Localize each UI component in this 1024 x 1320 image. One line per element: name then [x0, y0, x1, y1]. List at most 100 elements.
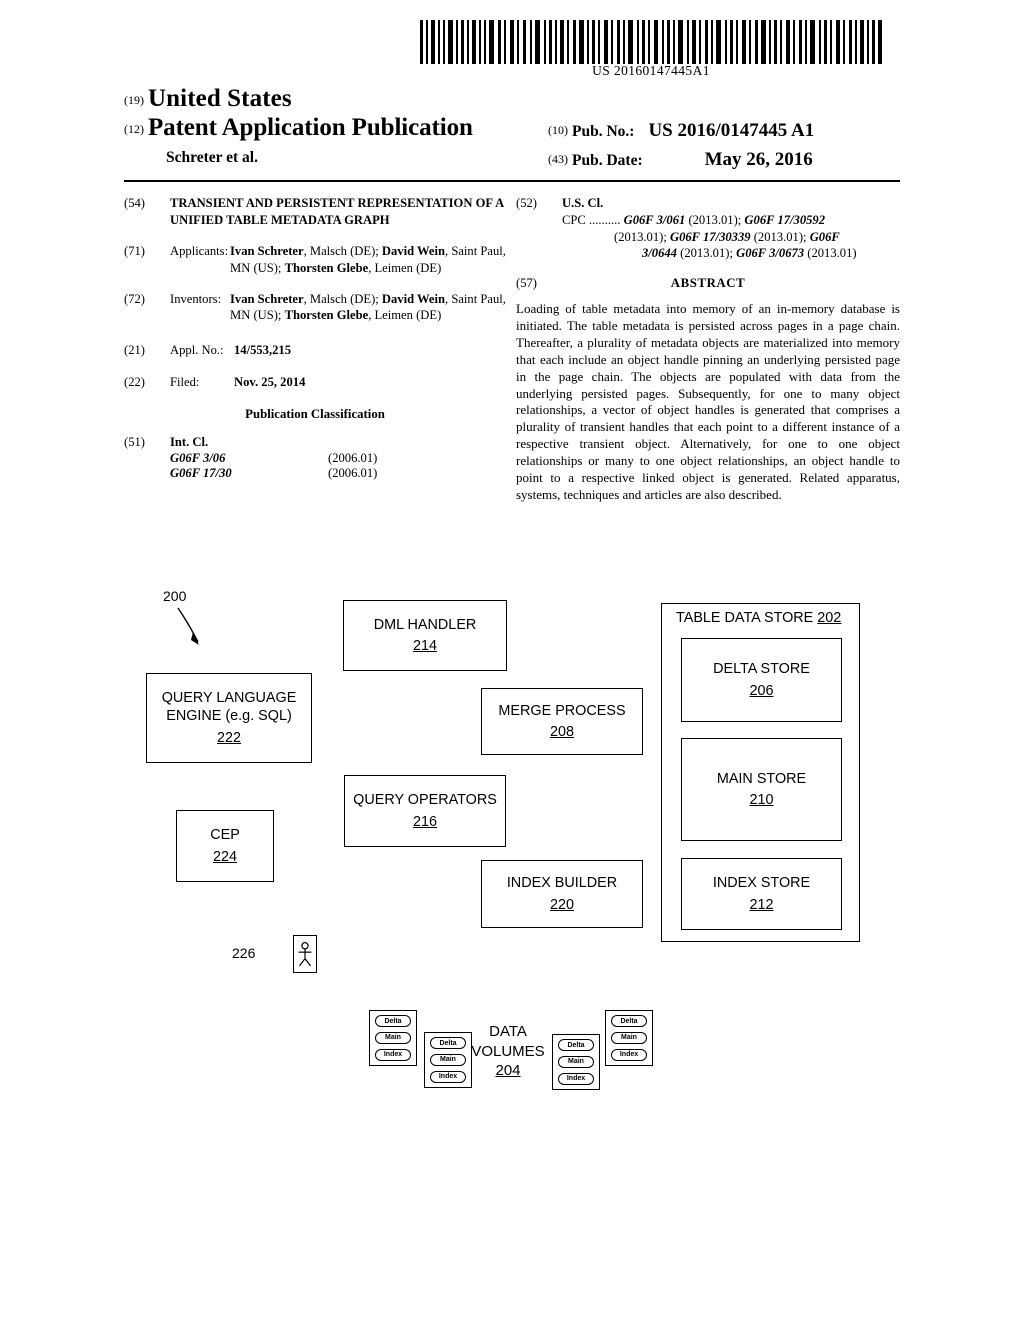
country-name: United States — [148, 85, 292, 112]
index-store-label: INDEX STORE — [712, 875, 811, 892]
index-builder-box[interactable]: INDEX BUILDER 220 — [481, 860, 643, 928]
applicants-value: Ivan Schreter, Malsch (DE); David Wein, … — [230, 244, 506, 275]
delta-store-box[interactable]: DELTA STORE 206 — [681, 638, 842, 722]
abstract-heading: ABSTRACT — [670, 276, 746, 291]
main-store-box[interactable]: MAIN STORE 210 — [681, 738, 842, 841]
pill-delta: Delta — [430, 1037, 466, 1050]
pill-main: Main — [558, 1055, 594, 1068]
pill-delta: Delta — [611, 1015, 647, 1028]
abstract-text: Loading of table metadata into memory of… — [516, 301, 900, 502]
field-title: (54) TRANSIENT AND PERSISTENT REPRESENTA… — [124, 195, 506, 228]
qle-ref: 222 — [216, 729, 241, 746]
invention-title: TRANSIENT AND PERSISTENT REPRESENTATION … — [170, 196, 504, 227]
doc-type-line: (12) Patent Application Publication — [124, 114, 473, 142]
query-operators-label: QUERY OPERATORS — [353, 792, 497, 809]
abstract-code: (57) — [516, 276, 537, 291]
masthead: (19) United States (12) Patent Applicati… — [124, 85, 900, 177]
index-builder-ref: 220 — [549, 896, 574, 913]
field-appl-no: (21) Appl. No.: 14/553,215 — [124, 342, 506, 358]
inventors-value: Ivan Schreter, Malsch (DE); David Wein, … — [230, 291, 506, 323]
field-appl-no-code: (21) — [124, 342, 145, 357]
merge-process-label: MERGE PROCESS — [498, 702, 626, 719]
publication-classification-heading: Publication Classification — [245, 407, 385, 422]
cpc-codes-1: G06F 3/061 (2013.01); G06F 17/30592 — [623, 213, 826, 228]
code-10: (10) — [548, 123, 568, 137]
delta-store-ref: 206 — [749, 682, 774, 699]
int-cl-class: G06F 17/30 — [170, 466, 232, 481]
patent-front-page: US 20160147445A1 (19) United States (12)… — [0, 0, 1024, 1320]
page-chain-group[interactable]: Delta Main Index — [369, 1010, 417, 1066]
field-filed: (22) Filed: Nov. 25, 2014 — [124, 374, 506, 390]
pub-no-label: Pub. No.: — [572, 123, 635, 140]
index-builder-label: INDEX BUILDER — [506, 875, 618, 892]
int-cl-class: G06F 3/06 — [170, 451, 226, 466]
index-store-box[interactable]: INDEX STORE 212 — [681, 858, 842, 930]
main-store-label: MAIN STORE — [716, 770, 807, 787]
pill-main: Main — [430, 1053, 466, 1066]
field-applicants-code: (71) — [124, 244, 145, 259]
pub-date-value: May 26, 2016 — [704, 149, 813, 170]
barcode — [418, 20, 884, 64]
table-data-store-ref: 202 — [817, 610, 842, 626]
delta-store-label: DELTA STORE — [713, 661, 810, 678]
document-type: Patent Application Publication — [148, 114, 473, 141]
query-language-engine-box[interactable]: QUERY LANGUAGE ENGINE (e.g. SQL) 222 — [146, 673, 312, 763]
bibliographic-right-column: (52) U.S. Cl. CPC .......... G06F 3/061 … — [516, 195, 900, 504]
int-cl-row: G06F 3/06 (2006.01) — [170, 450, 506, 465]
inventors-label: Inventors: — [170, 291, 222, 306]
cep-label: CEP — [210, 827, 240, 844]
field-filed-code: (22) — [124, 375, 145, 390]
dml-handler-ref: 214 — [412, 638, 437, 654]
user-actor-box[interactable] — [293, 935, 317, 973]
pill-index: Index — [375, 1048, 411, 1061]
int-cl-label: Int. Cl. — [170, 435, 209, 449]
authors-line: Schreter et al. — [166, 149, 258, 166]
pub-date-label: Pub. Date: — [572, 152, 643, 169]
qle-label-line2: ENGINE (e.g. SQL) — [166, 708, 292, 725]
country-line: (19) United States — [124, 85, 292, 113]
pill-delta: Delta — [375, 1015, 411, 1028]
query-operators-box[interactable]: QUERY OPERATORS 216 — [344, 775, 506, 847]
header-divider — [124, 180, 900, 182]
cpc-block: CPC .......... G06F 3/061 (2013.01); G06… — [562, 212, 900, 261]
field-us-cl: (52) U.S. Cl. CPC .......... G06F 3/061 … — [516, 195, 900, 261]
bibliographic-left-column: (54) TRANSIENT AND PERSISTENT REPRESENTA… — [124, 195, 506, 491]
pub-no-value: US 2016/0147445 A1 — [648, 120, 815, 141]
field-title-code: (54) — [124, 196, 145, 210]
cpc-line-3: 3/0644 (2013.01); G06F 3/0673 (2013.01) — [642, 246, 857, 261]
dml-handler-box[interactable]: DML HANDLER 214 — [343, 600, 507, 671]
int-cl-version: (2006.01) — [328, 466, 378, 481]
filed-value: Nov. 25, 2014 — [234, 375, 306, 390]
page-chain-group[interactable]: Delta Main Index — [552, 1034, 600, 1090]
table-data-store-label: TABLE DATA STORE 202 — [676, 610, 841, 626]
index-store-ref: 212 — [749, 896, 774, 913]
qle-label-line1: QUERY LANGUAGE — [161, 689, 297, 706]
pill-main: Main — [375, 1031, 411, 1044]
field-applicants: (71) Applicants: Ivan Schreter, Malsch (… — [124, 243, 506, 276]
pill-main: Main — [611, 1031, 647, 1044]
cep-ref: 224 — [212, 848, 237, 865]
cep-box[interactable]: CEP 224 — [176, 810, 274, 882]
pill-index: Index — [611, 1048, 647, 1061]
pub-no-row: (10) Pub. No.: US 2016/0147445 A1 — [548, 120, 814, 142]
pub-date-row: (43) Pub. Date: May 26, 2016 — [548, 149, 813, 171]
figure-200: 200 DML HANDLER 214 QUERY LANGUAGE ENGIN… — [0, 560, 1024, 1140]
page-chain-group[interactable]: Delta Main Index — [605, 1010, 653, 1066]
pill-index: Index — [558, 1072, 594, 1085]
barcode-number: US 20160147445A1 — [592, 63, 710, 78]
pill-index: Index — [430, 1070, 466, 1083]
merge-process-box[interactable]: MERGE PROCESS 208 — [481, 688, 643, 755]
page-chain-group[interactable]: Delta Main Index — [424, 1032, 472, 1088]
appl-no-label: Appl. No.: — [170, 342, 224, 357]
applicants-label: Applicants: — [170, 244, 229, 259]
filed-label: Filed: — [170, 375, 200, 390]
merge-process-ref: 208 — [549, 724, 574, 740]
abstract-header-row: (57) ABSTRACT — [516, 275, 900, 292]
figure-ref-200: 200 — [163, 588, 187, 604]
figure-ref-226: 226 — [232, 945, 256, 961]
field-us-cl-code: (52) — [516, 196, 537, 210]
field-int-cl: (51) Int. Cl. G06F 3/06 (2006.01) G06F 1… — [124, 434, 506, 480]
code-19: (19) — [124, 93, 144, 107]
code-43: (43) — [548, 152, 568, 166]
field-inventors: (72) Inventors: Ivan Schreter, Malsch (D… — [124, 291, 506, 324]
